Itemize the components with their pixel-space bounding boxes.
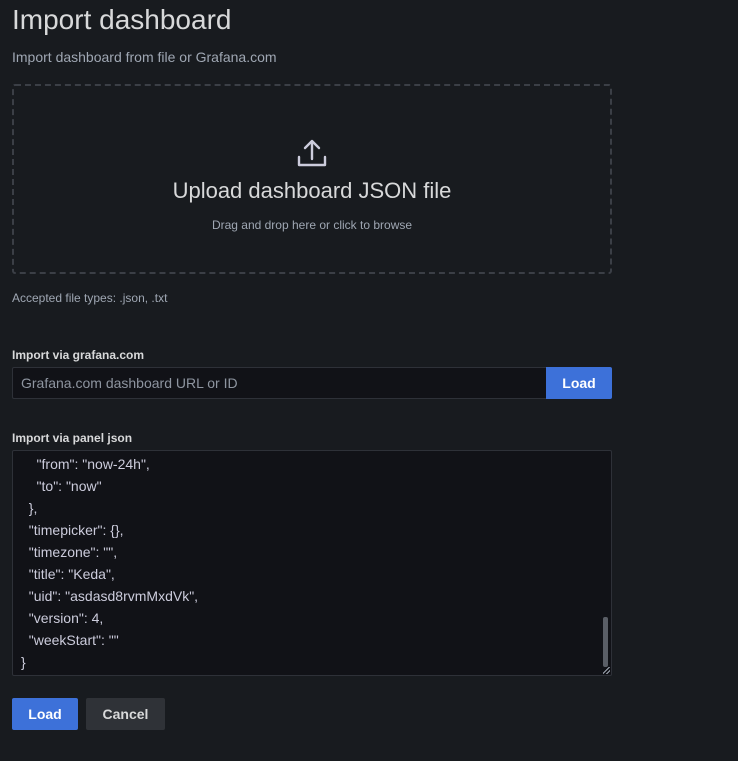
json-line: "title": "Keda",: [21, 566, 115, 582]
json-line: "timepicker": {},: [21, 522, 124, 538]
textarea-scrollbar[interactable]: [603, 617, 608, 667]
json-line: "uid": "asdasd8rvmMxdVk",: [21, 588, 199, 604]
accepted-file-types: Accepted file types: .json, .txt: [12, 291, 168, 305]
form-actions: Load Cancel: [12, 698, 165, 730]
panel-json-label: Import via panel json: [12, 431, 133, 445]
upload-icon: [297, 139, 327, 167]
grafana-com-label: Import via grafana.com: [12, 348, 145, 362]
file-upload-dropzone[interactable]: Upload dashboard JSON file Drag and drop…: [12, 84, 612, 274]
cancel-button[interactable]: Cancel: [86, 698, 165, 730]
json-line: "timezone": "",: [21, 544, 118, 560]
json-line: "version": 4,: [21, 610, 104, 626]
panel-json-textarea[interactable]: "time": { "from": "now-24h", "to": "now"…: [12, 450, 612, 676]
grafana-com-import-row: Load: [12, 367, 612, 399]
json-line: }: [21, 654, 26, 670]
json-line: },: [21, 500, 38, 516]
page-title: Import dashboard: [12, 4, 232, 35]
load-button[interactable]: Load: [12, 698, 78, 730]
grafana-com-url-input[interactable]: [12, 367, 546, 399]
page-subtitle: Import dashboard from file or Grafana.co…: [12, 49, 277, 65]
json-line: "weekStart": "": [21, 632, 119, 648]
json-line: "from": "now-24h",: [21, 456, 150, 472]
grafana-com-load-button[interactable]: Load: [546, 367, 612, 399]
json-line: "to": "now": [21, 478, 102, 494]
upload-title: Upload dashboard JSON file: [172, 178, 452, 203]
resize-handle-icon[interactable]: [603, 667, 610, 674]
upload-subtitle: Drag and drop here or click to browse: [211, 218, 413, 232]
panel-json-content: "time": { "from": "now-24h", "to": "now"…: [21, 451, 597, 673]
